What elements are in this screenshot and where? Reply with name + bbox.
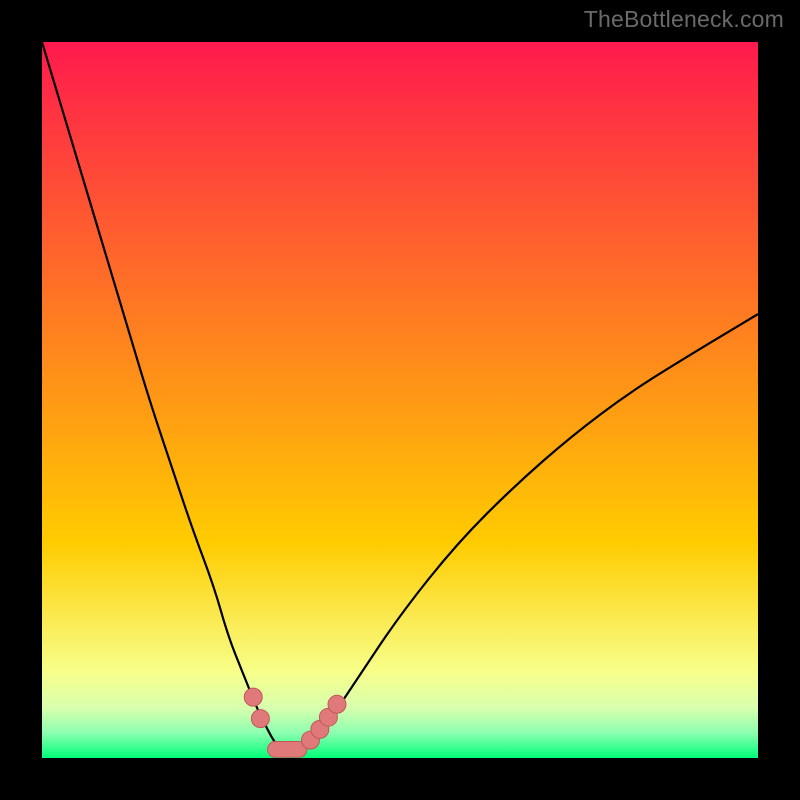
plot-area <box>42 42 758 758</box>
chart-frame: TheBottleneck.com <box>0 0 800 800</box>
marker-dot <box>244 688 262 706</box>
marker-bar <box>268 742 307 758</box>
marker-dot <box>251 710 269 728</box>
bottleneck-chart <box>42 42 758 758</box>
marker-dot <box>328 695 346 713</box>
watermark-text: TheBottleneck.com <box>584 6 784 33</box>
